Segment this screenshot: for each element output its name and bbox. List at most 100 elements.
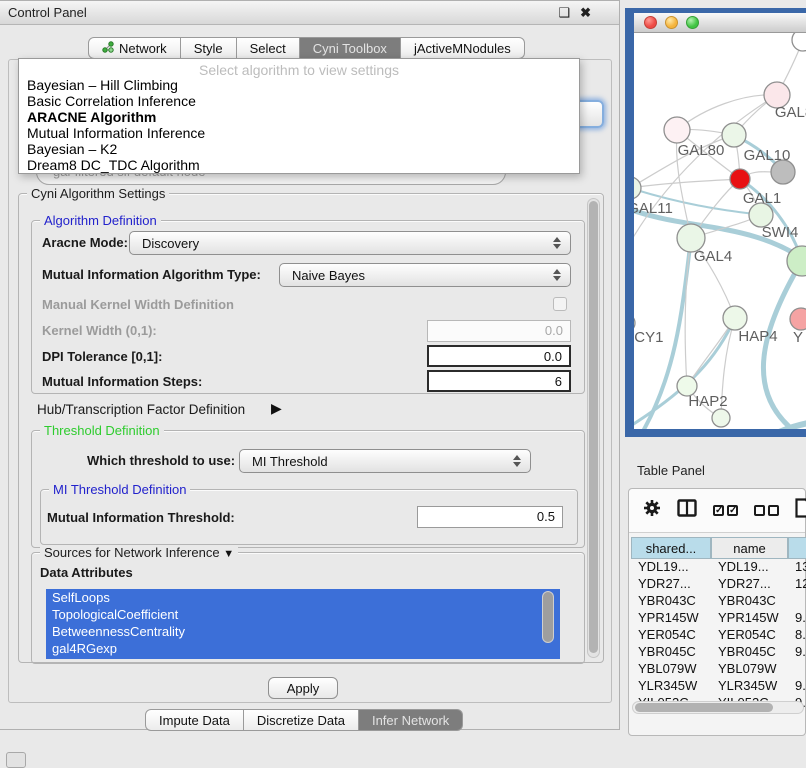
kernel-width-field[interactable]: 0.0 <box>427 320 571 342</box>
table-cell[interactable]: 8. <box>788 627 806 644</box>
settings-scrollbar[interactable] <box>587 198 600 658</box>
algorithm-option[interactable]: ARACNE Algorithm <box>19 109 579 125</box>
table-cell[interactable] <box>788 661 806 678</box>
table-cell[interactable]: 9. <box>788 678 806 695</box>
table-row[interactable]: YLR345WYLR345W9. <box>631 678 806 695</box>
table-cell[interactable]: YLR345W <box>631 678 711 695</box>
which-threshold-combobox[interactable]: MI Threshold <box>239 449 531 473</box>
select-all-checkboxes-icon[interactable]: ✓✓ <box>713 505 738 516</box>
collapse-arrow-icon[interactable]: ▼ <box>223 548 234 560</box>
table-horizontal-scrollbar[interactable] <box>632 701 804 714</box>
close-panel-icon[interactable]: ✖ <box>580 6 591 19</box>
table-scrollbar-thumb[interactable] <box>635 703 773 712</box>
data-attribute-item[interactable]: SelfLoops <box>46 589 560 606</box>
table-cell[interactable]: YPR145W <box>631 610 711 627</box>
algorithm-option[interactable]: Mutual Information Inference <box>19 125 579 141</box>
attributes-scrollbar[interactable] <box>542 591 554 643</box>
aracne-mode-combobox[interactable]: Discovery <box>129 231 571 255</box>
network-node[interactable] <box>634 177 641 199</box>
gear-icon[interactable] <box>643 499 661 522</box>
tab-discretize-data[interactable]: Discretize Data <box>244 709 359 731</box>
network-node[interactable] <box>723 306 747 330</box>
close-window-icon[interactable] <box>644 16 657 29</box>
network-node[interactable] <box>712 409 730 427</box>
table-row[interactable]: YBR045CYBR045C9. <box>631 644 806 661</box>
attributes-scrollbar-thumb[interactable] <box>543 592 553 642</box>
tab-infer-network[interactable]: Infer Network <box>359 709 463 731</box>
algorithm-option[interactable]: Basic Correlation Inference <box>19 93 579 109</box>
tab-jactivemnodules[interactable]: jActiveMNodules <box>401 37 525 59</box>
table-cell[interactable]: YER054C <box>631 627 711 644</box>
algorithm-option[interactable]: Bayesian – Hill Climbing <box>19 77 579 93</box>
table-cell[interactable]: 9. <box>788 610 806 627</box>
network-window-titlebar[interactable] <box>634 13 806 33</box>
table-cell[interactable]: YBR045C <box>631 644 711 661</box>
minimized-panel-icon[interactable] <box>6 752 26 768</box>
float-panel-icon[interactable]: ❑ <box>558 6 570 19</box>
table-row[interactable]: YDR27...YDR27...12 <box>631 576 806 593</box>
table-cell[interactable]: YBR043C <box>711 593 788 610</box>
algorithm-option[interactable]: Bayesian – K2 <box>19 141 579 157</box>
table-cell[interactable]: YBR045C <box>711 644 788 661</box>
network-view-window[interactable]: GAL8GAL80GAL10GAL1GAL11SWI4GAL4GCY1HAP4Y… <box>625 8 806 437</box>
mi-steps-field[interactable]: 6 <box>427 370 571 392</box>
table-cell[interactable]: YPR145W <box>711 610 788 627</box>
table-row[interactable]: YPR145WYPR145W9. <box>631 610 806 627</box>
table-cell[interactable]: YDR27... <box>711 576 788 593</box>
network-node[interactable] <box>771 160 795 184</box>
network-canvas[interactable]: GAL8GAL80GAL10GAL1GAL11SWI4GAL4GCY1HAP4Y… <box>634 33 806 429</box>
node-table[interactable]: shared...name YDL19...YDL19...13YDR27...… <box>631 537 806 712</box>
table-row[interactable]: YBL079WYBL079W <box>631 661 806 678</box>
table-cell[interactable] <box>788 593 806 610</box>
table-cell[interactable]: YDL19... <box>711 559 788 576</box>
tab-impute-data[interactable]: Impute Data <box>145 709 244 731</box>
network-node[interactable] <box>730 169 750 189</box>
tab-select[interactable]: Select <box>237 37 300 59</box>
mi-threshold-field[interactable]: 0.5 <box>417 506 563 528</box>
table-row[interactable]: YDL19...YDL19...13 <box>631 559 806 576</box>
table-cell[interactable]: 12 <box>788 576 806 593</box>
table-cell[interactable]: YDR27... <box>631 576 711 593</box>
network-node[interactable] <box>664 117 690 143</box>
table-cell[interactable]: YLR345W <box>711 678 788 695</box>
expand-arrow-icon[interactable]: ▶ <box>271 400 282 417</box>
tab-network[interactable]: Network <box>88 37 181 59</box>
table-cell[interactable]: 13 <box>788 559 806 576</box>
data-attribute-item[interactable]: TopologicalCoefficient <box>46 606 560 623</box>
table-header-row[interactable]: shared...name <box>631 537 806 559</box>
data-attribute-item[interactable]: gal4RGexp <box>46 640 560 657</box>
table-row[interactable]: YBR043CYBR043C <box>631 593 806 610</box>
data-attribute-item[interactable]: BetweennessCentrality <box>46 623 560 640</box>
apply-button[interactable]: Apply <box>268 677 338 699</box>
table-cell[interactable]: YBR043C <box>631 593 711 610</box>
table-column-header[interactable] <box>788 537 806 559</box>
tab-style[interactable]: Style <box>181 37 237 59</box>
data-attributes-label: Data Attributes <box>40 565 133 580</box>
data-attributes-list[interactable]: SelfLoopsTopologicalCoefficientBetweenne… <box>46 589 560 659</box>
table-column-header[interactable]: shared... <box>631 537 711 559</box>
dpi-tolerance-field[interactable]: 0.0 <box>427 345 571 367</box>
deselect-all-checkboxes-icon[interactable] <box>754 505 779 516</box>
table-cell[interactable]: 9. <box>788 644 806 661</box>
hub-definition-label[interactable]: Hub/Transcription Factor Definition <box>37 402 245 417</box>
minimize-window-icon[interactable] <box>665 16 678 29</box>
new-table-icon[interactable] <box>795 498 806 523</box>
table-cell[interactable]: YBL079W <box>631 661 711 678</box>
table-column-header[interactable]: name <box>711 537 788 559</box>
split-columns-icon[interactable] <box>677 499 697 522</box>
table-cell[interactable]: YER054C <box>711 627 788 644</box>
tab-cyni-toolbox[interactable]: Cyni Toolbox <box>300 37 401 59</box>
network-edge[interactable] <box>634 179 740 188</box>
network-node[interactable] <box>790 308 806 330</box>
algorithm-option[interactable]: Dream8 DC_TDC Algorithm <box>19 157 579 173</box>
network-edge[interactable] <box>744 421 806 429</box>
mi-algorithm-type-combobox[interactable]: Naive Bayes <box>279 263 571 287</box>
manual-kernel-width-checkbox[interactable] <box>553 297 567 311</box>
table-cell[interactable]: YBL079W <box>711 661 788 678</box>
table-row[interactable]: YER054CYER054C8. <box>631 627 806 644</box>
zoom-window-icon[interactable] <box>686 16 699 29</box>
network-node[interactable] <box>722 123 746 147</box>
settings-scrollbar-thumb[interactable] <box>589 201 598 653</box>
network-node[interactable] <box>792 33 806 51</box>
table-cell[interactable]: YDL19... <box>631 559 711 576</box>
